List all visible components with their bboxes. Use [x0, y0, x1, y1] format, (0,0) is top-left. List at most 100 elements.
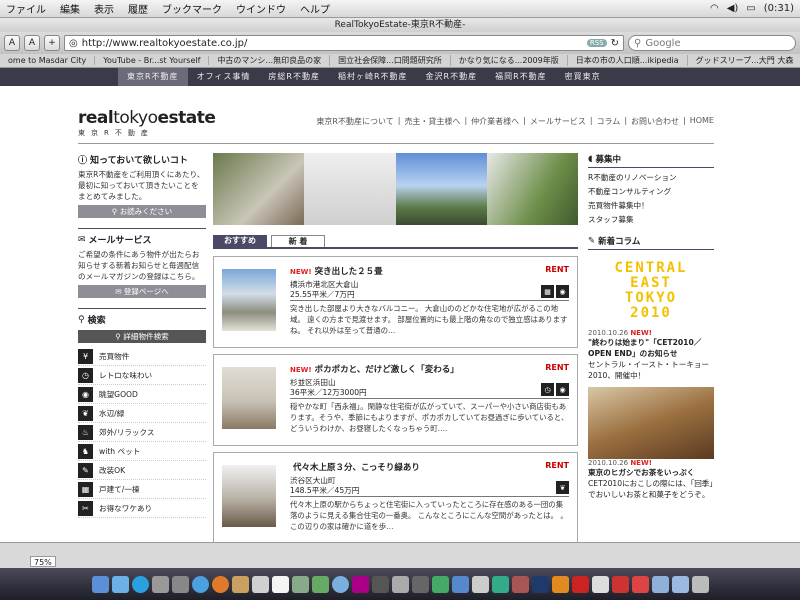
zoom-select[interactable]: 75% — [30, 556, 56, 567]
listing-title[interactable]: 代々木上原３分、こっそり緑あり — [290, 461, 420, 473]
category-water-green[interactable]: ❦ 水辺/緑 — [78, 404, 206, 423]
url-text[interactable]: http://www.realtokyoestate.co.jp/ — [82, 38, 583, 49]
column-photo[interactable] — [588, 387, 714, 459]
app-icon[interactable] — [231, 575, 249, 593]
bookmark-item[interactable]: かなり気になる...2009年版 — [451, 55, 568, 66]
menu-file[interactable]: ファイル — [6, 1, 46, 16]
app-icon[interactable] — [431, 575, 449, 593]
battery-icon[interactable]: ▭ — [746, 3, 755, 14]
column-item[interactable]: 東京のヒガシでお茶をいっぷく CET2010におこしの際には、「回季」でおいしいお… — [588, 467, 714, 500]
folder-icon[interactable] — [651, 575, 669, 593]
link-about[interactable]: 東京R不動産について — [316, 116, 393, 127]
site-nav-item[interactable]: 東京R不動産 — [118, 68, 188, 86]
folder-icon[interactable] — [671, 575, 689, 593]
menu-window[interactable]: ウインドウ — [236, 1, 286, 16]
link-column[interactable]: コラム — [597, 116, 621, 127]
site-nav-item[interactable]: 金沢R不動産 — [417, 68, 487, 86]
menu-view[interactable]: 表示 — [94, 1, 114, 16]
recruit-link[interactable]: R不動産のリノベーション — [588, 171, 714, 185]
rss-button[interactable]: RSS — [586, 39, 607, 47]
listing-card[interactable]: NEW! 突き出した２５畳 RENT 横浜市港北区大倉山 25.55平米／7万円 … — [213, 256, 578, 348]
font-smaller-button[interactable]: A — [4, 35, 20, 51]
listing-card[interactable]: 代々木上原３分、こっそり緑あり RENT 渋谷区大山町 148.5平米／45万円… — [213, 452, 578, 542]
bookmark-item[interactable]: グッドスリープ...大門 大森 — [688, 55, 800, 66]
site-nav-item[interactable]: 福岡R不動産 — [486, 68, 556, 86]
app-icon[interactable] — [291, 575, 309, 593]
bookmark-item[interactable]: 日本の市の人口順...ikipedia — [568, 55, 688, 66]
app-icon[interactable] — [491, 575, 509, 593]
recruit-link[interactable]: 不動産コンサルティング — [588, 185, 714, 199]
trash-icon[interactable] — [691, 575, 709, 593]
listing-photo[interactable] — [222, 465, 276, 527]
app-icon[interactable] — [151, 575, 169, 593]
app-icon[interactable] — [351, 575, 369, 593]
link-owners[interactable]: 売主・貸主様へ — [404, 116, 460, 127]
listing-card[interactable]: NEW! ポカポカと、だけど激しく「変わる」 RENT 杉並区浜田山 36平米／1… — [213, 354, 578, 446]
app-icon[interactable] — [451, 575, 469, 593]
tab-new[interactable]: 新 着 — [271, 235, 325, 247]
menu-help[interactable]: ヘルプ — [300, 1, 330, 16]
app-icon[interactable] — [511, 575, 529, 593]
font-larger-button[interactable]: A — [24, 35, 40, 51]
app-icon[interactable] — [111, 575, 129, 593]
bookmark-item[interactable]: YouTube - Br...st Yourself — [95, 56, 210, 65]
acrobat-icon[interactable] — [571, 575, 589, 593]
reload-icon[interactable]: ↻ — [611, 38, 619, 49]
safari-icon[interactable] — [191, 575, 209, 593]
listing-photo[interactable] — [222, 367, 276, 429]
recruit-link[interactable]: 売買物件募集中！ — [588, 199, 714, 213]
app-icon[interactable] — [171, 575, 189, 593]
category-view[interactable]: ◉ 眺望GOOD — [78, 385, 206, 404]
listing-title[interactable]: NEW! ポカポカと、だけど激しく「変わる」 — [290, 363, 459, 375]
category-retro[interactable]: ◷ レトロな味わい — [78, 366, 206, 385]
search-input[interactable]: ⚲ Google — [628, 35, 796, 51]
read-button[interactable]: ⚲ お読みください — [78, 205, 206, 218]
app-icon[interactable] — [591, 575, 609, 593]
volume-icon[interactable]: ◀) — [727, 3, 739, 14]
finder-icon[interactable] — [91, 575, 109, 593]
app-icon[interactable] — [311, 575, 329, 593]
app-icon[interactable] — [411, 575, 429, 593]
app-icon[interactable] — [251, 575, 269, 593]
listing-title[interactable]: NEW! 突き出した２５畳 — [290, 265, 383, 277]
menu-history[interactable]: 履歴 — [128, 1, 148, 16]
add-bookmark-button[interactable]: + — [44, 35, 60, 51]
link-home[interactable]: HOME — [690, 116, 714, 127]
category-pet[interactable]: ♞ with ペット — [78, 442, 206, 461]
itunes-icon[interactable] — [331, 575, 349, 593]
register-button[interactable]: ✉ 登録ページへ — [78, 285, 206, 298]
listing-photo[interactable] — [222, 269, 276, 331]
firefox-icon[interactable] — [211, 575, 229, 593]
recruit-link[interactable]: スタッフ募集 — [588, 213, 714, 227]
app-icon[interactable] — [391, 575, 409, 593]
app-icon[interactable] — [371, 575, 389, 593]
illustrator-icon[interactable] — [551, 575, 569, 593]
bookmark-item[interactable]: 国立社会保障...口問題研究所 — [330, 55, 451, 66]
menu-bookmarks[interactable]: ブックマーク — [162, 1, 222, 16]
category-renovate[interactable]: ✎ 改装OK — [78, 461, 206, 480]
category-bargain[interactable]: ✂ お得なワケあり — [78, 499, 206, 518]
category-suburb[interactable]: ♨ 郊外/リラックス — [78, 423, 206, 442]
site-logo[interactable]: realtokyoestate 東京R不動産 — [78, 108, 216, 138]
app-icon[interactable] — [631, 575, 649, 593]
calendar-icon[interactable] — [271, 575, 289, 593]
column-item[interactable]: "終わりは始まり"「CET2010／OPEN END」のお知らせ セントラル・イー… — [588, 337, 714, 381]
bookmark-item[interactable]: 中古のマンシ...無印良品の家 — [209, 55, 331, 66]
link-agents[interactable]: 仲介業者様へ — [471, 116, 519, 127]
link-contact[interactable]: お問い合わせ — [631, 116, 679, 127]
central-east-tokyo-logo[interactable]: CENTRAL EAST TOKYO 2010 — [588, 253, 714, 329]
skype-icon[interactable] — [131, 575, 149, 593]
menu-edit[interactable]: 編集 — [60, 1, 80, 16]
bookmark-item[interactable]: ome to Masdar City — [0, 56, 96, 65]
app-icon[interactable] — [471, 575, 489, 593]
hero-image-strip[interactable] — [213, 153, 578, 225]
link-mail-service[interactable]: メールサービス — [530, 116, 586, 127]
photoshop-icon[interactable] — [531, 575, 549, 593]
site-nav-item[interactable]: オフィス事情 — [188, 68, 260, 86]
wifi-icon[interactable]: ◠ — [710, 3, 719, 14]
category-house[interactable]: ▦ 戸建て/一棟 — [78, 480, 206, 499]
tab-recommend[interactable]: おすすめ — [213, 235, 267, 247]
site-nav-item[interactable]: 密買東京 — [556, 68, 610, 86]
site-nav-item[interactable]: 房総R不動産 — [259, 68, 329, 86]
advanced-search-button[interactable]: ⚲ 詳細物件検索 — [78, 330, 206, 343]
